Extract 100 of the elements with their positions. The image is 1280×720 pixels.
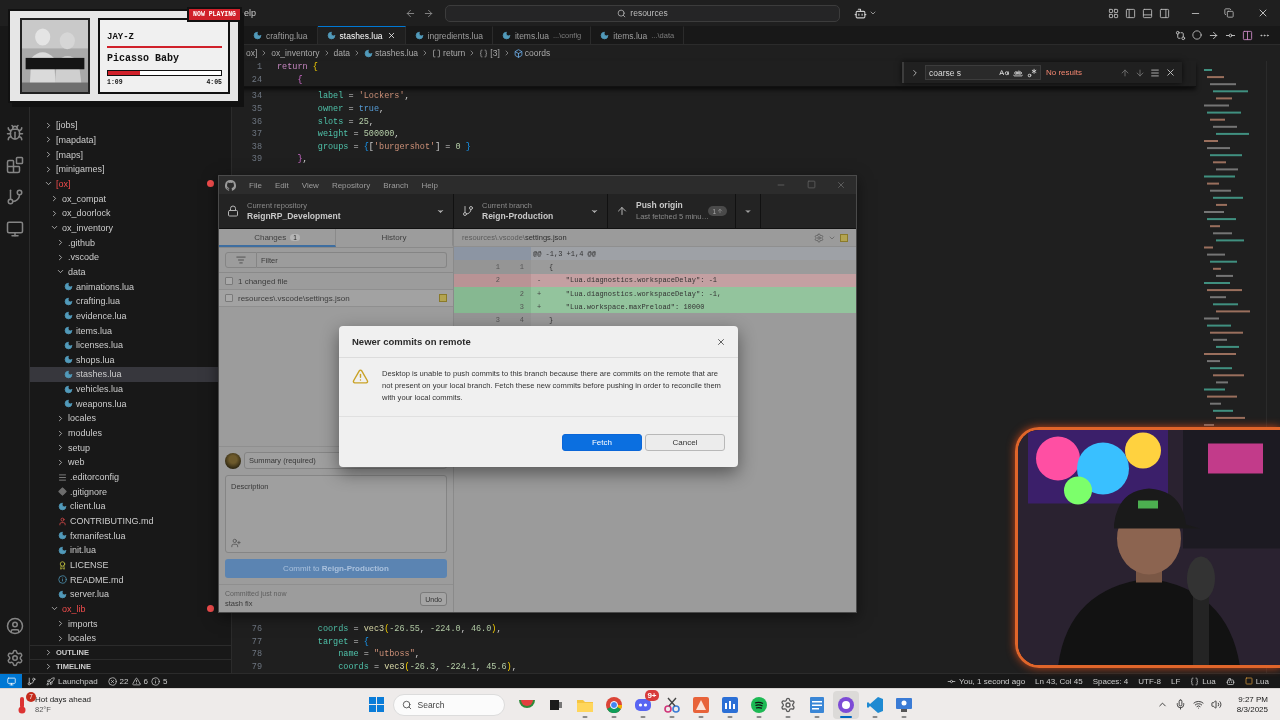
status-item[interactable]: UTF-8 xyxy=(1133,676,1166,686)
close-icon[interactable] xyxy=(1257,7,1269,19)
search-field[interactable]: Search xyxy=(392,693,505,716)
tree-item[interactable]: .editorconfig xyxy=(30,469,124,485)
remote-button[interactable] xyxy=(0,674,22,688)
problems-status[interactable]: 22 6 5 xyxy=(102,676,173,686)
circle-icon[interactable] xyxy=(1192,30,1202,40)
search-field[interactable]: resources xyxy=(445,4,840,22)
previous-match-icon[interactable] xyxy=(1120,67,1130,78)
regex-icon[interactable] xyxy=(1027,67,1037,78)
file-row[interactable]: resources\.vscode\settings.json xyxy=(219,290,453,307)
compare-icon[interactable] xyxy=(1175,29,1186,41)
status-item[interactable]: Lua xyxy=(1185,676,1221,686)
secondary-sidebar-icon[interactable] xyxy=(1159,7,1170,19)
taskbar-button[interactable]: 9+ xyxy=(629,690,656,719)
menu-item[interactable]: File xyxy=(249,180,262,190)
tree-item[interactable]: licenses.lua xyxy=(30,337,128,353)
caret-icon[interactable] xyxy=(869,9,877,17)
tree-item[interactable]: imports xyxy=(30,616,102,631)
tree-item[interactable]: shops.lua xyxy=(30,352,119,368)
cancel-button[interactable]: Cancel xyxy=(645,433,725,451)
checkbox[interactable] xyxy=(225,294,233,302)
tree-item[interactable]: stashes.lua xyxy=(30,367,218,382)
tree-item[interactable]: README.md xyxy=(30,572,128,587)
robot-icon[interactable] xyxy=(854,6,867,20)
microphone-icon[interactable] xyxy=(1174,699,1186,710)
checkbox[interactable] xyxy=(225,277,233,285)
tree-item[interactable]: [mapdata] xyxy=(30,132,101,148)
layout-icon[interactable] xyxy=(1108,7,1119,19)
forward-arrow-icon[interactable] xyxy=(423,7,434,19)
tree-item[interactable]: CONTRIBUTING.md xyxy=(30,513,158,529)
tree-item[interactable]: web xyxy=(30,455,89,470)
menu-item[interactable]: Help xyxy=(421,180,438,190)
match-case-icon[interactable] xyxy=(999,67,1009,78)
tree-item[interactable]: crafting.lua xyxy=(30,293,125,309)
tree-item[interactable]: locales xyxy=(30,630,100,645)
expand-icon[interactable] xyxy=(910,67,920,78)
menu-item[interactable]: Repository xyxy=(331,180,371,190)
settings-icon[interactable] xyxy=(5,649,24,667)
menu-item[interactable]: elp xyxy=(244,8,256,18)
breadcrumb-item[interactable]: coords xyxy=(513,48,551,58)
breadcrumb-item[interactable]: return xyxy=(432,48,466,58)
tree-item[interactable]: animations.lua xyxy=(30,279,139,294)
tree-item[interactable]: fxmanifest.lua xyxy=(30,528,130,544)
tree-item[interactable]: locales xyxy=(30,411,100,426)
tree-item[interactable]: server.lua xyxy=(30,587,114,602)
branch-icon[interactable] xyxy=(27,676,36,686)
tree-item[interactable]: ox_inventory xyxy=(30,220,118,236)
tree-item[interactable]: ox_compat xyxy=(30,191,111,206)
tree-item[interactable]: .gitignore xyxy=(30,484,112,500)
status-item[interactable]: LF xyxy=(1165,676,1186,686)
tree-item[interactable]: setup xyxy=(30,440,95,456)
breadcrumb-item[interactable]: data xyxy=(333,48,351,58)
tree-item[interactable]: ox_lib xyxy=(30,601,218,617)
windows-logo-icon[interactable] xyxy=(369,697,384,712)
tree-item[interactable]: vehicles.lua xyxy=(30,381,128,397)
tree-item[interactable]: modules xyxy=(30,425,107,441)
volume-icon[interactable] xyxy=(1210,699,1222,710)
sidebar-toggle-icon[interactable] xyxy=(1125,7,1136,19)
account-icon[interactable] xyxy=(5,617,24,635)
clock[interactable]: 9:27 PM 8/3/2025 xyxy=(1236,694,1268,715)
breadcrumb-item[interactable]: [3] xyxy=(479,48,500,58)
menu-item[interactable]: Branch xyxy=(383,180,409,190)
menu-item[interactable]: View xyxy=(301,180,319,190)
restore-icon[interactable] xyxy=(1224,8,1234,18)
fetch-button[interactable]: Fetch xyxy=(562,433,642,451)
close-icon[interactable] xyxy=(386,31,396,40)
split-editor-icon[interactable] xyxy=(1242,29,1253,41)
arrow-icon[interactable] xyxy=(1208,29,1219,41)
tree-item[interactable]: client.lua xyxy=(30,499,110,514)
tree-item[interactable]: init.lua xyxy=(30,543,100,558)
close-icon[interactable] xyxy=(716,336,726,347)
tree-item[interactable]: weapons.lua xyxy=(30,396,131,412)
next-match-icon[interactable] xyxy=(1135,67,1145,78)
status-item[interactable]: Ln 43, Col 45 xyxy=(1030,676,1088,686)
branch-icon[interactable] xyxy=(5,188,24,206)
close-icon[interactable] xyxy=(1165,67,1176,78)
menu-item[interactable]: Edit xyxy=(274,180,289,190)
status-item[interactable]: You, 1 second ago xyxy=(942,676,1031,686)
tree-item[interactable]: data xyxy=(30,264,90,280)
tree-item[interactable]: LICENSE xyxy=(30,557,113,573)
tree-item[interactable]: .vscode xyxy=(30,249,104,265)
status-item[interactable]: Lua xyxy=(1239,676,1274,686)
remote-explorer-icon[interactable] xyxy=(5,220,24,238)
tree-item[interactable]: evidence.lua xyxy=(30,308,131,324)
tree-item[interactable]: items.lua xyxy=(30,323,116,338)
tree-item[interactable]: [ox] xyxy=(30,176,218,192)
breadcrumb-item[interactable]: ox] xyxy=(246,48,258,58)
breadcrumb-item[interactable]: stashes.lua xyxy=(364,48,419,58)
breadcrumb-item[interactable]: ox_inventory xyxy=(271,48,320,58)
whole-word-icon[interactable] xyxy=(1013,67,1023,78)
extensions-icon[interactable] xyxy=(5,156,24,174)
panel-toggle-icon[interactable] xyxy=(1142,7,1153,19)
status-item[interactable]: Spaces: 4 xyxy=(1087,676,1134,686)
tree-item[interactable]: ox_doorlock xyxy=(30,205,115,221)
tree-item[interactable]: [jobs] xyxy=(30,118,82,133)
back-arrow-icon[interactable] xyxy=(405,7,416,19)
tree-item[interactable]: [minigames] xyxy=(30,161,109,177)
find-in-selection-icon[interactable] xyxy=(1150,67,1160,78)
tree-item[interactable]: .github xyxy=(30,235,100,250)
